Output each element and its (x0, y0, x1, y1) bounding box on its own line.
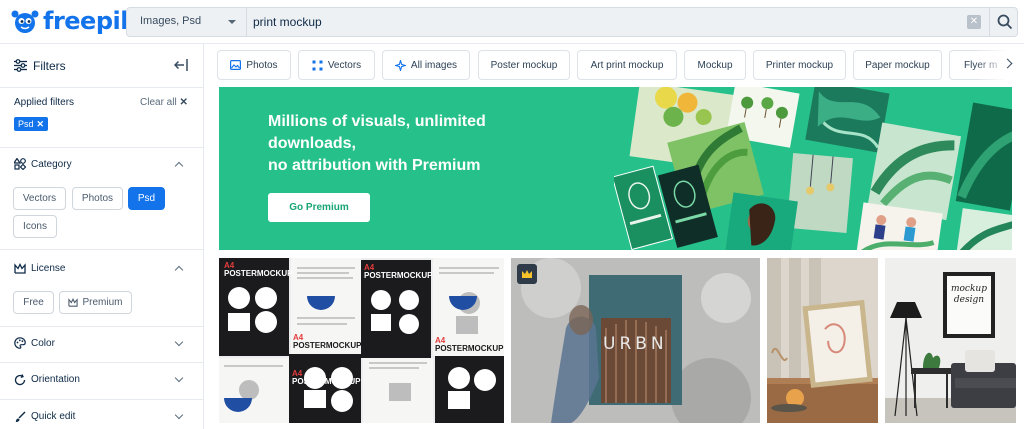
vector-icon (312, 60, 323, 70)
poster-label: A4 POSTERMOCKUP (435, 337, 503, 353)
freepik-logo[interactable]: freepik (10, 6, 136, 36)
top-header: freepik Images, Psd ✕ (0, 0, 1024, 44)
category-option-icons[interactable]: Icons (13, 215, 57, 238)
poster-label-main: POSTERMOCKUP (435, 344, 504, 353)
tag-poster-mockup[interactable]: Poster mockup (478, 50, 570, 80)
category-option-vectors[interactable]: Vectors (13, 187, 66, 210)
category-option-psd[interactable]: Psd (128, 187, 165, 210)
go-premium-button[interactable]: Go Premium (268, 193, 370, 222)
divider (0, 362, 204, 363)
image-icon (230, 60, 242, 70)
result-card-living-room-frame[interactable]: mockup design (885, 258, 1016, 423)
banner-line-3-bold: Premium (411, 157, 481, 174)
chevron-down-icon[interactable] (174, 373, 184, 383)
tag-printer-mockup[interactable]: Printer mockup (753, 50, 846, 80)
tag-label: Vectors (327, 59, 362, 71)
brush-icon (15, 411, 26, 423)
license-title: License (31, 263, 66, 274)
license-option-premium-label: Premium (82, 297, 123, 308)
related-tags-bar: Photos Vectors All images Poster mockup … (205, 44, 1024, 86)
color-title[interactable]: Color (31, 338, 55, 349)
license-option-premium[interactable]: Premium (59, 291, 132, 314)
filters-sidebar: Filters Applied filters Clear all ✕ Psd … (0, 44, 204, 429)
premium-badge (517, 264, 537, 284)
clear-search-button[interactable]: ✕ (967, 15, 981, 29)
category-option-photos[interactable]: Photos (72, 187, 123, 210)
tags-fade (975, 50, 1024, 80)
crown-icon (14, 263, 26, 274)
result-card-urbn-poster[interactable]: URBN (511, 258, 760, 423)
rotate-icon (14, 374, 26, 386)
banner-line-1: Millions of visuals, unlimited (268, 113, 486, 130)
applied-filter-tag[interactable]: Psd ✕ (14, 117, 49, 131)
chevron-up-icon[interactable] (174, 161, 184, 171)
close-icon: ✕ (969, 16, 979, 27)
banner-line-3-prefix: no attribution with (268, 157, 412, 174)
banner-collage-image (614, 87, 1012, 250)
sliders-icon (14, 59, 27, 72)
sparkle-icon (394, 59, 406, 71)
quick-edit-title[interactable]: Quick edit (31, 411, 75, 422)
clear-all-link[interactable]: Clear all ✕ (140, 97, 188, 108)
search-submit-button[interactable] (989, 8, 1019, 36)
poster-label: A4 POSTERMOCKUP (293, 334, 361, 350)
search-icon (997, 14, 1012, 30)
applied-filter-label: Psd (18, 119, 34, 129)
tag-label: All images (410, 59, 458, 71)
tag-art-print-mockup[interactable]: Art print mockup (577, 50, 677, 80)
remove-filter-icon: ✕ (36, 118, 45, 129)
crown-icon (68, 298, 79, 307)
tag-all-images[interactable]: All images (382, 50, 470, 80)
divider (0, 326, 204, 327)
category-title: Category (31, 159, 72, 170)
collapse-sidebar-icon[interactable] (174, 59, 188, 71)
banner-line-2: downloads, (268, 135, 356, 152)
premium-banner: Millions of visuals, unlimited downloads… (219, 87, 1012, 250)
tag-mockup[interactable]: Mockup (684, 50, 746, 80)
frame-text: mockup design (950, 284, 987, 305)
filters-header: Filters (0, 44, 204, 88)
freepik-mascot-icon (11, 10, 39, 33)
living-room-image (885, 258, 1016, 423)
divider (0, 147, 204, 148)
applied-filters-label: Applied filters (14, 97, 75, 108)
search-bar: Images, Psd ✕ (126, 7, 1018, 37)
chevron-down-icon[interactable] (174, 337, 184, 347)
poster-label: A4 POSTERMOCKUP (292, 370, 360, 386)
banner-headline: Millions of visuals, unlimited downloads… (268, 111, 568, 177)
crown-icon (522, 270, 532, 278)
orientation-title[interactable]: Orientation (31, 374, 80, 385)
poster-label-main: POSTERMOCKUP (364, 271, 433, 280)
palette-icon (14, 337, 26, 349)
filters-title: Filters (33, 59, 66, 73)
chevron-down-icon[interactable] (174, 410, 184, 420)
tag-photos[interactable]: Photos (217, 50, 291, 80)
asset-type-value: Images, Psd (140, 15, 202, 27)
divider (0, 399, 204, 400)
tag-label: Photos (246, 59, 278, 71)
result-card-frame-shelf[interactable] (767, 258, 878, 423)
result-card-poster-mockup[interactable]: A4 POSTERMOCKUP A4 POSTERMOCKUP A4 POSTE… (219, 258, 504, 423)
asset-type-select[interactable]: Images, Psd (127, 8, 247, 36)
frame-shelf-image (767, 258, 878, 423)
chevron-down-icon (228, 20, 236, 24)
tag-paper-mockup[interactable]: Paper mockup (853, 50, 942, 80)
chevron-up-icon[interactable] (174, 265, 184, 275)
divider (0, 249, 204, 250)
banner-line-3: no attribution with Premium (268, 155, 568, 177)
tag-vectors[interactable]: Vectors (298, 50, 375, 80)
poster-label-main: POSTERMOCKUP (292, 377, 361, 386)
license-option-free[interactable]: Free (13, 291, 54, 314)
urbn-poster-text: URBN (603, 334, 668, 354)
logo-wordmark: freepik (43, 7, 136, 35)
poster-label-main: POSTERMOCKUP (224, 269, 293, 278)
poster-label-main: POSTERMOCKUP (293, 341, 362, 350)
category-shapes-icon (14, 158, 26, 170)
poster-label: A4 POSTERMOCKUP (364, 264, 432, 280)
search-input[interactable] (253, 12, 953, 32)
poster-label: A4 POSTERMOCKUP (224, 262, 292, 278)
